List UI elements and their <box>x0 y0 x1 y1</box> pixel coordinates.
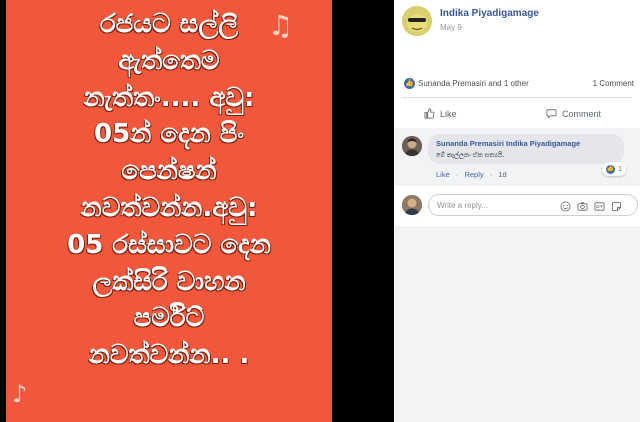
reaction-summary[interactable]: 👍 Sunanda Premasiri and 1 other 1 Commen… <box>402 76 634 92</box>
comment-meta: Like · Reply · 1d <box>436 170 511 179</box>
like-button[interactable]: Like <box>424 108 457 119</box>
image-text-line: පර්මිට් <box>133 303 205 334</box>
separator: · <box>489 170 493 179</box>
image-text-line: ලක්සිරි වාහන <box>92 266 246 297</box>
comment-author[interactable]: Sunanda Premasiri Indika Piyadigamage <box>436 139 616 148</box>
comment-reaction-count: 1 <box>618 165 622 173</box>
comment-age[interactable]: 1d <box>498 170 506 179</box>
image-text-line: 05න් දෙන පිං <box>94 119 244 150</box>
reply-tools <box>560 199 622 212</box>
image-text-line: පෙන්ෂන් <box>121 156 217 187</box>
like-label: Like <box>440 108 457 119</box>
comment-text: මේ කෑල්ලනං ඒක සත්‍යයි. <box>436 152 505 159</box>
image-text-line: 05 රස්සාවට දෙන <box>67 229 271 260</box>
sticker-icon[interactable] <box>611 199 622 212</box>
comment-button[interactable]: Comment <box>546 108 601 119</box>
like-icon: 👍 <box>404 78 415 89</box>
comment-reply-link[interactable]: Reply <box>464 170 483 179</box>
commenter-avatar[interactable] <box>402 136 422 156</box>
comment-count[interactable]: 1 Comment <box>593 79 634 88</box>
avatar[interactable] <box>402 6 432 36</box>
avatar[interactable] <box>402 195 422 215</box>
image-text-line: නවත්වන්න.අවු: <box>80 192 258 223</box>
comment-label: Comment <box>562 108 602 119</box>
post-panel: Indika Piyadigamage May 9 👍 Sunanda Prem… <box>394 0 640 422</box>
image-text-line: නවත්වන්න.. . <box>88 340 250 371</box>
gap <box>332 0 394 422</box>
gif-icon[interactable] <box>594 199 605 211</box>
like-icon: 👍 <box>606 164 616 174</box>
separator: · <box>455 170 459 179</box>
comment-reaction-badge[interactable]: 👍 1 <box>602 162 626 176</box>
comment-icon <box>546 109 557 119</box>
image-text: රජයට සල්ලි ඇත්තෙම නැත්තං.... අවු: 05න් ද… <box>6 6 332 374</box>
post-header: Indika Piyadigamage May 9 <box>394 0 640 60</box>
post-image[interactable]: රජයට සල්ලි ඇත්තෙම නැත්තං.... අවු: 05න් ද… <box>6 0 332 422</box>
divider <box>402 97 632 98</box>
comments-area: Sunanda Premasiri Indika Piyadigamage මේ… <box>394 128 640 422</box>
comment-like-link[interactable]: Like <box>436 170 450 179</box>
like-icon <box>424 108 435 119</box>
emoji-icon[interactable] <box>560 199 571 212</box>
action-bar: Like Comment <box>402 102 632 126</box>
comment-bubble: Sunanda Premasiri Indika Piyadigamage මේ… <box>428 134 624 164</box>
camera-icon[interactable] <box>577 199 588 211</box>
post-author[interactable]: Indika Piyadigamage <box>440 8 539 19</box>
reactors-text[interactable]: Sunanda Premasiri and 1 other <box>418 79 529 88</box>
post-date[interactable]: May 9 <box>440 23 462 32</box>
image-text-line: ඇත්තෙම <box>118 45 220 76</box>
image-text-line: නැත්තං.... අවු: <box>83 82 255 113</box>
music-note-icon: ♪ <box>12 380 28 408</box>
reply-row <box>394 186 640 226</box>
music-note-icon: ♫ <box>268 9 294 42</box>
